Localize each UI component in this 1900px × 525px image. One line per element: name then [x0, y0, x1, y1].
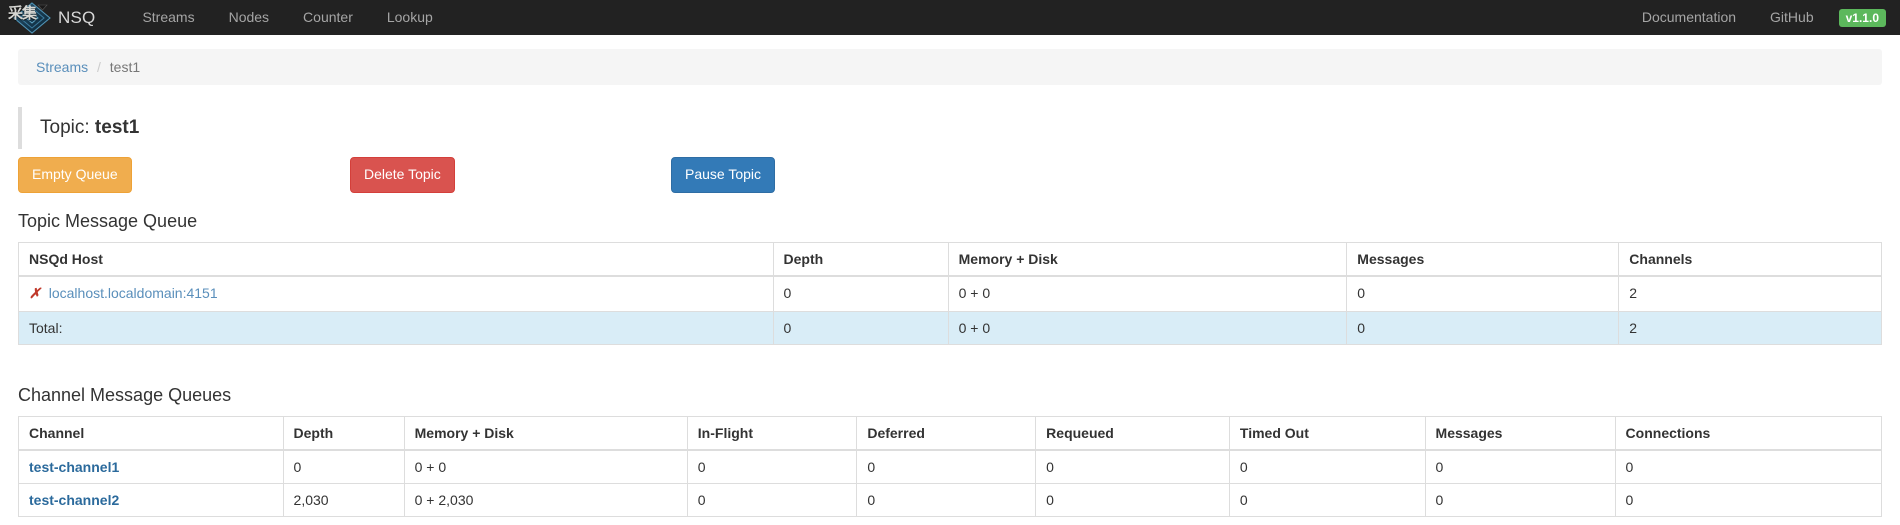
column-header-messages: Messages — [1425, 417, 1615, 451]
cell-timed-out: 0 — [1229, 450, 1425, 484]
breadcrumb-separator: / — [92, 59, 106, 75]
cell-requeued: 0 — [1036, 450, 1230, 484]
cell-total-channels: 2 — [1619, 312, 1882, 345]
channel-queues-heading: Channel Message Queues — [18, 385, 1882, 406]
nav-item-github[interactable]: GitHub — [1753, 0, 1831, 35]
breadcrumb: Streams / test1 — [18, 49, 1882, 85]
nav-item-lookup[interactable]: Lookup — [370, 0, 450, 35]
column-header-channels: Channels — [1619, 243, 1882, 277]
column-header-nsqd-host: NSQd Host — [19, 243, 774, 277]
cell-deferred: 0 — [857, 484, 1036, 517]
column-header-messages: Messages — [1347, 243, 1619, 277]
cell-messages: 0 — [1425, 484, 1615, 517]
delete-topic-button[interactable]: Delete Topic — [350, 157, 455, 193]
top-navbar: 采集 NSQ Streams Nodes Counter Lookup Docu… — [0, 0, 1900, 35]
cell-requeued: 0 — [1036, 484, 1230, 517]
column-header-depth: Depth — [773, 243, 948, 277]
breadcrumb-link-streams[interactable]: Streams — [36, 59, 88, 75]
x-mark-icon: ✗ — [29, 287, 49, 302]
nsqd-host-link[interactable]: localhost.localdomain:4151 — [49, 285, 218, 301]
cell-in-flight: 0 — [687, 484, 857, 517]
page-title-name: test1 — [95, 117, 139, 138]
breadcrumb-current: test1 — [110, 59, 140, 75]
table-total-row: Total: 0 0 + 0 0 2 — [19, 312, 1882, 345]
table-row: test-channel2 2,030 0 + 2,030 0 0 0 0 0 … — [19, 484, 1882, 517]
cell-deferred: 0 — [857, 450, 1036, 484]
cell-depth: 2,030 — [283, 484, 404, 517]
cell-messages: 0 — [1347, 276, 1619, 312]
cell-total-depth: 0 — [773, 312, 948, 345]
cell-nsqd-host: ✗localhost.localdomain:4151 — [19, 276, 774, 312]
cell-total-label: Total: — [19, 312, 774, 345]
channel-message-queues-table: Channel Depth Memory + Disk In-Flight De… — [18, 416, 1882, 517]
cell-timed-out: 0 — [1229, 484, 1425, 517]
cell-memory-disk: 0 + 0 — [404, 450, 687, 484]
topic-message-queue-table: NSQd Host Depth Memory + Disk Messages C… — [18, 242, 1882, 345]
cell-channel: test-channel1 — [19, 450, 284, 484]
cell-depth: 0 — [773, 276, 948, 312]
column-header-memory-disk: Memory + Disk — [948, 243, 1347, 277]
primary-nav: Streams Nodes Counter Lookup — [125, 0, 449, 35]
column-header-memory-disk: Memory + Disk — [404, 417, 687, 451]
topic-queue-heading: Topic Message Queue — [18, 211, 1882, 232]
pause-topic-button[interactable]: Pause Topic — [671, 157, 775, 193]
nsq-logo-icon: 采集 — [10, 1, 54, 35]
cell-channels: 2 — [1619, 276, 1882, 312]
topic-actions-toolbar: Empty Queue Delete Topic Pause Topic — [18, 157, 1882, 201]
cell-depth: 0 — [283, 450, 404, 484]
empty-queue-button[interactable]: Empty Queue — [18, 157, 132, 193]
nav-item-counter[interactable]: Counter — [286, 0, 370, 35]
table-header-row: NSQd Host Depth Memory + Disk Messages C… — [19, 243, 1882, 277]
secondary-nav: Documentation GitHub v1.1.0 — [1625, 0, 1886, 35]
table-row: test-channel1 0 0 + 0 0 0 0 0 0 0 — [19, 450, 1882, 484]
column-header-in-flight: In-Flight — [687, 417, 857, 451]
cell-total-memory-disk: 0 + 0 — [948, 312, 1347, 345]
column-header-deferred: Deferred — [857, 417, 1036, 451]
page-container: Streams / test1 Topic: test1 Empty Queue… — [0, 49, 1900, 517]
cell-channel: test-channel2 — [19, 484, 284, 517]
column-header-depth: Depth — [283, 417, 404, 451]
column-header-timed-out: Timed Out — [1229, 417, 1425, 451]
logo-cjk-text: 采集 — [8, 2, 36, 23]
nav-item-streams[interactable]: Streams — [125, 0, 211, 35]
column-header-connections: Connections — [1615, 417, 1881, 451]
nav-item-documentation[interactable]: Documentation — [1625, 0, 1753, 35]
brand-link[interactable]: NSQ — [56, 8, 95, 28]
cell-memory-disk: 0 + 0 — [948, 276, 1347, 312]
channel-link[interactable]: test-channel2 — [29, 492, 119, 508]
cell-connections: 0 — [1615, 450, 1881, 484]
brand-area[interactable]: 采集 NSQ — [10, 0, 101, 35]
cell-total-messages: 0 — [1347, 312, 1619, 345]
nav-item-nodes[interactable]: Nodes — [212, 0, 286, 35]
version-badge: v1.1.0 — [1839, 9, 1886, 27]
table-row: ✗localhost.localdomain:4151 0 0 + 0 0 2 — [19, 276, 1882, 312]
cell-connections: 0 — [1615, 484, 1881, 517]
column-header-requeued: Requeued — [1036, 417, 1230, 451]
page-title: Topic: test1 — [18, 107, 1882, 149]
page-title-prefix: Topic: — [40, 117, 90, 138]
column-header-channel: Channel — [19, 417, 284, 451]
cell-messages: 0 — [1425, 450, 1615, 484]
cell-memory-disk: 0 + 2,030 — [404, 484, 687, 517]
channel-link[interactable]: test-channel1 — [29, 459, 119, 475]
table-header-row: Channel Depth Memory + Disk In-Flight De… — [19, 417, 1882, 451]
cell-in-flight: 0 — [687, 450, 857, 484]
